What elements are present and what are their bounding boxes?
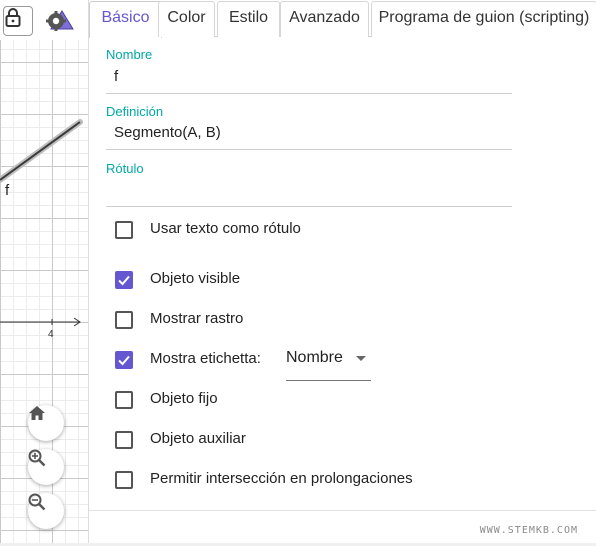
panel-footer-divider [89,510,596,511]
label-mode-dropdown[interactable]: Nombre [286,345,371,381]
show-label-checkbox[interactable] [115,351,133,369]
home-button[interactable] [28,405,64,441]
label-mode-value: Nombre [286,349,343,366]
lock-button[interactable] [3,6,33,36]
object-visible-checkbox[interactable] [115,271,133,289]
tab-style-label: Estilo [228,9,269,26]
tab-color[interactable]: Color [158,1,215,37]
graphics-view[interactable]: f 4 [0,0,88,546]
show-label-label: Mostra etichetta: [150,350,261,367]
definition-field[interactable]: Segmento(A, B) [106,120,512,150]
checkmark-icon [118,355,130,366]
zoom-in-button[interactable] [28,449,64,485]
tab-advanced[interactable]: Avanzado [280,1,369,37]
caption-field[interactable] [106,177,512,207]
use-text-as-caption-label: Usar texto como rótulo [150,220,301,237]
style-bar-icon [46,10,74,31]
definition-field-label: Definición [106,104,164,119]
checkmark-icon [118,275,130,286]
auxiliary-object-checkbox[interactable] [115,431,133,449]
tab-advanced-label: Avanzado [289,9,360,26]
properties-panel: Básico Color Estilo Avanzado Programa de… [88,0,596,546]
name-field[interactable]: f [106,64,512,94]
name-field-value: f [114,68,119,85]
segment-label: f [5,182,10,199]
auxiliary-object-label: Objeto auxiliar [150,430,246,447]
show-trace-checkbox[interactable] [115,311,133,329]
fix-object-checkbox[interactable] [115,391,133,409]
definition-field-value: Segmento(A, B) [114,124,221,141]
caption-field-label: Rótulo [106,161,144,176]
tab-color-label: Color [167,9,206,26]
properties-tabs: Básico Color Estilo Avanzado Programa de… [89,0,596,38]
use-text-as-caption-checkbox[interactable] [115,221,133,239]
tab-basic[interactable]: Básico [89,1,162,38]
tab-scripting[interactable]: Programa de guion (scripting) [371,1,596,37]
style-bar-button[interactable] [42,8,74,34]
home-icon [29,406,45,420]
object-visible-label: Objeto visible [150,270,241,287]
zoom-out-button[interactable] [28,493,64,529]
name-field-label: Nombre [106,47,153,62]
caret-down-icon [356,356,366,361]
tab-scripting-label: Programa de guion (scripting) [378,9,590,26]
tab-basic-label: Básico [101,9,150,26]
zoom-in-icon [28,449,46,467]
segment-f-core [0,121,81,181]
fix-object-label: Objeto fijo [150,390,218,407]
zoom-out-icon [28,493,46,511]
x-axis-tick-label: 4 [48,329,54,340]
outlying-intersections-checkbox[interactable] [115,471,133,489]
lock-icon [5,8,21,27]
watermark: WWW.STEMKB.COM [479,525,578,536]
tab-style[interactable]: Estilo [217,1,280,37]
show-trace-label: Mostrar rastro [150,310,244,327]
outlying-intersections-label: Permitir intersección en prolongaciones [150,470,413,487]
